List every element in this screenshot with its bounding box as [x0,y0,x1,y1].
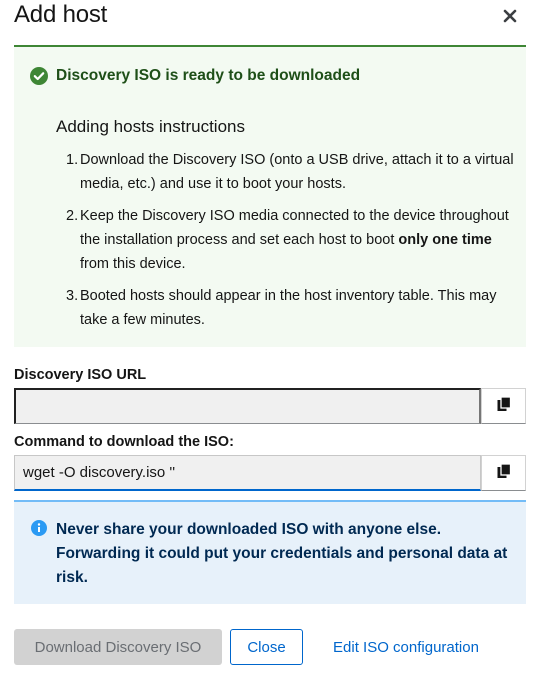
edit-iso-configuration-link[interactable]: Edit ISO configuration [318,629,494,665]
instructions: Adding hosts instructions 1. Download th… [56,117,516,340]
iso-url-label: Discovery ISO URL [14,367,147,383]
instruction-step: 3. Booted hosts should appear in the hos… [66,288,497,328]
instruction-step: 1. Download the Discovery ISO (onto a US… [66,152,514,192]
command-label: Command to download the ISO: [14,434,234,450]
close-button[interactable]: Close [230,629,303,665]
instructions-list: 1. Download the Discovery ISO (onto a US… [56,148,516,332]
info-alert-text: Never share your downloaded ISO with any… [56,521,508,586]
copy-icon [496,462,512,484]
close-icon[interactable] [500,6,520,26]
copy-command-button[interactable] [481,455,526,491]
download-iso-button[interactable]: Download Discovery ISO [14,629,222,665]
instructions-title: Adding hosts instructions [56,117,245,136]
iso-url-field[interactable] [14,388,481,424]
info-alert: Never share your downloaded ISO with any… [14,500,526,604]
success-alert: Discovery ISO is ready to be downloaded … [14,45,526,347]
command-field[interactable] [14,455,481,491]
check-circle-icon [30,67,48,85]
copy-url-button[interactable] [481,388,526,424]
modal-title: Add host [14,1,108,28]
instruction-step: 2. Keep the Discovery ISO media connecte… [66,208,509,272]
copy-icon [496,395,512,417]
success-alert-title: Discovery ISO is ready to be downloaded [56,67,361,84]
info-circle-icon [31,520,47,536]
